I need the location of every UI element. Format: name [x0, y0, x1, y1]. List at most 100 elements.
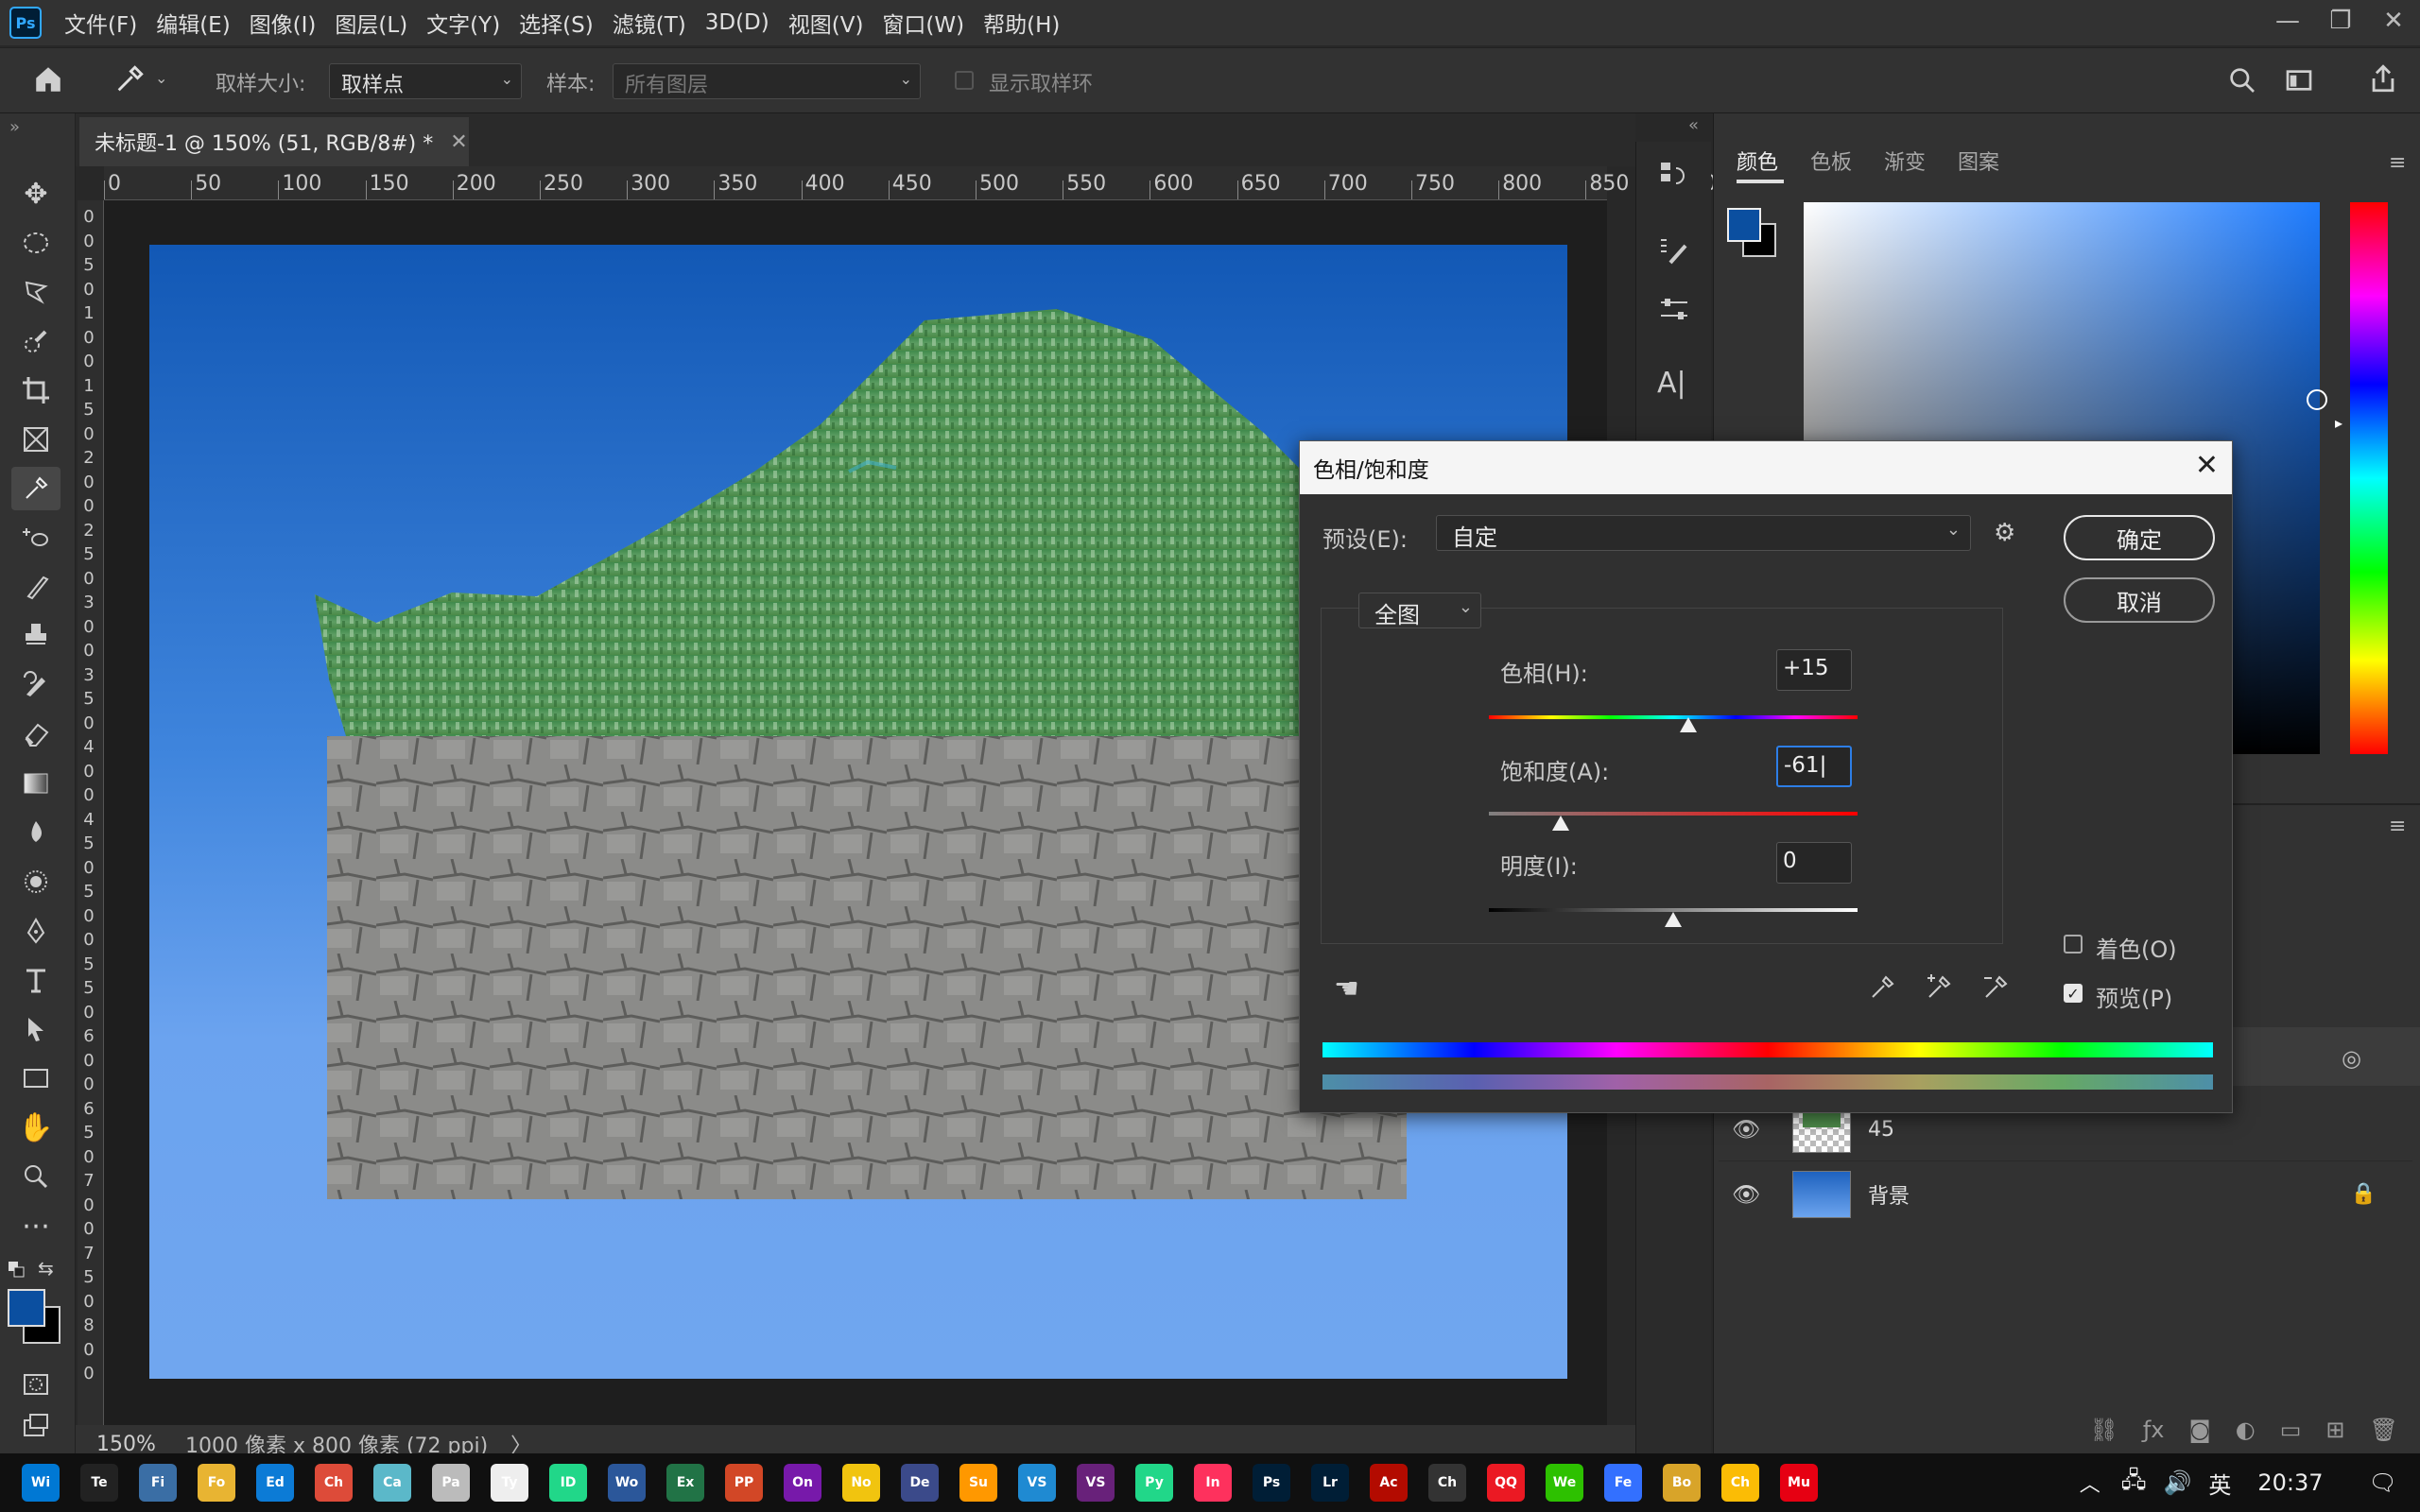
- eye-icon[interactable]: 👁: [1732, 1181, 1766, 1208]
- layer-name[interactable]: 45: [1868, 1118, 1894, 1142]
- eraser-tool-icon[interactable]: [11, 713, 60, 756]
- tab-swatches[interactable]: 色板: [1810, 146, 1852, 176]
- zoom-tool-icon[interactable]: [11, 1155, 60, 1198]
- taskbar-app-qq-icon[interactable]: QQ: [1487, 1464, 1525, 1502]
- eyedropper-icon[interactable]: [1867, 972, 1897, 1010]
- menu-edit[interactable]: 编辑(E): [147, 7, 239, 39]
- lightness-slider-thumb[interactable]: [1665, 912, 1682, 927]
- swap-colors-icon[interactable]: ⇆: [38, 1257, 60, 1280]
- hue-slider-track[interactable]: [1489, 715, 1858, 719]
- type-tool-icon[interactable]: [11, 958, 60, 1002]
- taskbar-app-intellij-icon[interactable]: In: [1194, 1464, 1232, 1502]
- sample-select[interactable]: 所有图层 ⌄: [613, 63, 921, 99]
- adjustments-panel-icon[interactable]: [1657, 293, 1691, 327]
- cancel-button[interactable]: 取消: [2064, 577, 2215, 623]
- quick-selection-tool-icon[interactable]: [11, 319, 60, 363]
- ok-button[interactable]: 确定: [2064, 515, 2215, 560]
- menu-image[interactable]: 图像(I): [240, 7, 326, 39]
- taskbar-app-feishu-icon[interactable]: Fe: [1604, 1464, 1642, 1502]
- link-icon[interactable]: ⛓: [2089, 1417, 2118, 1443]
- panel-menu-icon[interactable]: ≡: [2389, 151, 2406, 175]
- home-icon[interactable]: [32, 63, 70, 99]
- path-selection-tool-icon[interactable]: [11, 1007, 60, 1051]
- default-colors-icon[interactable]: [8, 1261, 26, 1280]
- mask-icon[interactable]: ◙: [2188, 1417, 2210, 1443]
- hue-slider[interactable]: [2350, 202, 2388, 754]
- tray-overflow-icon[interactable]: ︿: [2080, 1468, 2100, 1498]
- new-layer-icon[interactable]: ⊞: [2325, 1417, 2344, 1443]
- history-brush-tool-icon[interactable]: [11, 663, 60, 707]
- marquee-tool-icon[interactable]: [11, 221, 60, 265]
- history-panel-icon[interactable]: [1657, 159, 1691, 193]
- search-icon[interactable]: [2227, 65, 2259, 97]
- taskbar-app-word-icon[interactable]: Wo: [608, 1464, 646, 1502]
- close-window-button[interactable]: ✕: [2367, 0, 2420, 42]
- lock-icon[interactable]: 🔒: [2351, 1182, 2377, 1206]
- taskbar-app-notes-icon[interactable]: No: [842, 1464, 880, 1502]
- move-tool-icon[interactable]: ✥: [11, 172, 60, 215]
- saturation-input[interactable]: -61|: [1776, 746, 1852, 787]
- eye-icon[interactable]: 👁: [1732, 1116, 1766, 1143]
- taskbar-app-lr-icon[interactable]: Lr: [1311, 1464, 1349, 1502]
- spot-healing-tool-icon[interactable]: [11, 516, 60, 559]
- taskbar-app-chrome2-icon[interactable]: Ch: [1721, 1464, 1759, 1502]
- crop-tool-icon[interactable]: [11, 369, 60, 412]
- tab-color[interactable]: 颜色: [1737, 146, 1778, 176]
- folder-icon[interactable]: ▭: [2280, 1417, 2302, 1443]
- preview-label[interactable]: 预览(P): [2096, 980, 2172, 1013]
- document-tab[interactable]: 未标题-1 @ 150% (51, RGB/8#) * ✕: [79, 117, 469, 166]
- minimize-button[interactable]: —: [2261, 0, 2314, 42]
- blur-tool-icon[interactable]: [11, 811, 60, 854]
- taskbar-app-chrome-icon[interactable]: Ch: [315, 1464, 353, 1502]
- close-icon[interactable]: ✕: [450, 130, 467, 154]
- taskbar-app-win-icon[interactable]: Wi: [22, 1464, 60, 1502]
- ime-indicator[interactable]: 英: [2208, 1467, 2231, 1500]
- taskbar-app-pycharm-icon[interactable]: Py: [1135, 1464, 1173, 1502]
- share-icon[interactable]: [2367, 61, 2399, 97]
- taskbar-app-onenote-icon[interactable]: On: [784, 1464, 821, 1502]
- taskbar-app-calc-icon[interactable]: Ca: [373, 1464, 411, 1502]
- channel-select[interactable]: 全图 ⌄: [1358, 593, 1481, 628]
- rectangle-tool-icon[interactable]: [11, 1057, 60, 1100]
- taskbar-app-sublime-icon[interactable]: Su: [959, 1464, 997, 1502]
- menu-file[interactable]: 文件(F): [55, 7, 147, 39]
- close-icon[interactable]: ✕: [2195, 449, 2219, 482]
- layer-row[interactable]: 👁 背景 🔒: [1719, 1160, 2412, 1227]
- restore-button[interactable]: ❐: [2314, 0, 2367, 42]
- colorize-checkbox[interactable]: [2064, 935, 2083, 954]
- gradient-tool-icon[interactable]: [11, 762, 60, 805]
- taskbar-app-wechat-icon[interactable]: We: [1546, 1464, 1583, 1502]
- pen-tool-icon[interactable]: [11, 909, 60, 953]
- eyedropper-tool-icon[interactable]: [11, 467, 60, 510]
- frame-tool-icon[interactable]: [11, 418, 60, 461]
- taskbar-app-folder-icon[interactable]: Fo: [198, 1464, 235, 1502]
- adjustment-icon[interactable]: ◐: [2236, 1417, 2256, 1443]
- colorize-label[interactable]: 着色(O): [2096, 931, 2177, 964]
- zoom-level[interactable]: 150%: [96, 1433, 172, 1456]
- taskbar-app-typora-icon[interactable]: Ty: [491, 1464, 528, 1502]
- targeted-adjustment-hand-icon[interactable]: ☚: [1334, 972, 1359, 1005]
- brush-settings-panel-icon[interactable]: [1657, 234, 1691, 268]
- taskbar-app-files-icon[interactable]: Fi: [139, 1464, 177, 1502]
- panel-foreground-swatch[interactable]: [1727, 208, 1761, 242]
- hand-tool-icon[interactable]: ✋: [11, 1106, 60, 1149]
- sample-size-select[interactable]: 取样点 ⌄: [329, 63, 522, 99]
- taskbar-app-box-icon[interactable]: Bo: [1663, 1464, 1701, 1502]
- taskbar-app-music-icon[interactable]: Mu: [1780, 1464, 1818, 1502]
- add-to-sample-eyedropper-icon[interactable]: [1924, 972, 1954, 1010]
- clip-layer-icon[interactable]: ◎: [2342, 1045, 2361, 1072]
- layer-name[interactable]: 背景: [1868, 1179, 1910, 1210]
- more-tools-icon[interactable]: ⋯: [11, 1204, 60, 1247]
- menu-window[interactable]: 窗口(W): [873, 7, 974, 39]
- menu-type[interactable]: 文字(Y): [417, 7, 510, 39]
- menu-view[interactable]: 视图(V): [779, 7, 873, 39]
- expand-toolbox-icon[interactable]: »: [9, 117, 20, 137]
- eyedropper-tool-preset-icon[interactable]: ⌄: [113, 63, 170, 99]
- quick-mask-icon[interactable]: [11, 1363, 60, 1406]
- clock[interactable]: 20:37: [2257, 1469, 2323, 1496]
- workspace-icon[interactable]: [2282, 65, 2339, 97]
- taskbar-app-chat-icon[interactable]: Ch: [1428, 1464, 1466, 1502]
- taskbar-app-edge-icon[interactable]: Ed: [256, 1464, 294, 1502]
- gear-icon[interactable]: ⚙: [1994, 519, 2015, 547]
- tab-gradients[interactable]: 渐变: [1884, 146, 1926, 176]
